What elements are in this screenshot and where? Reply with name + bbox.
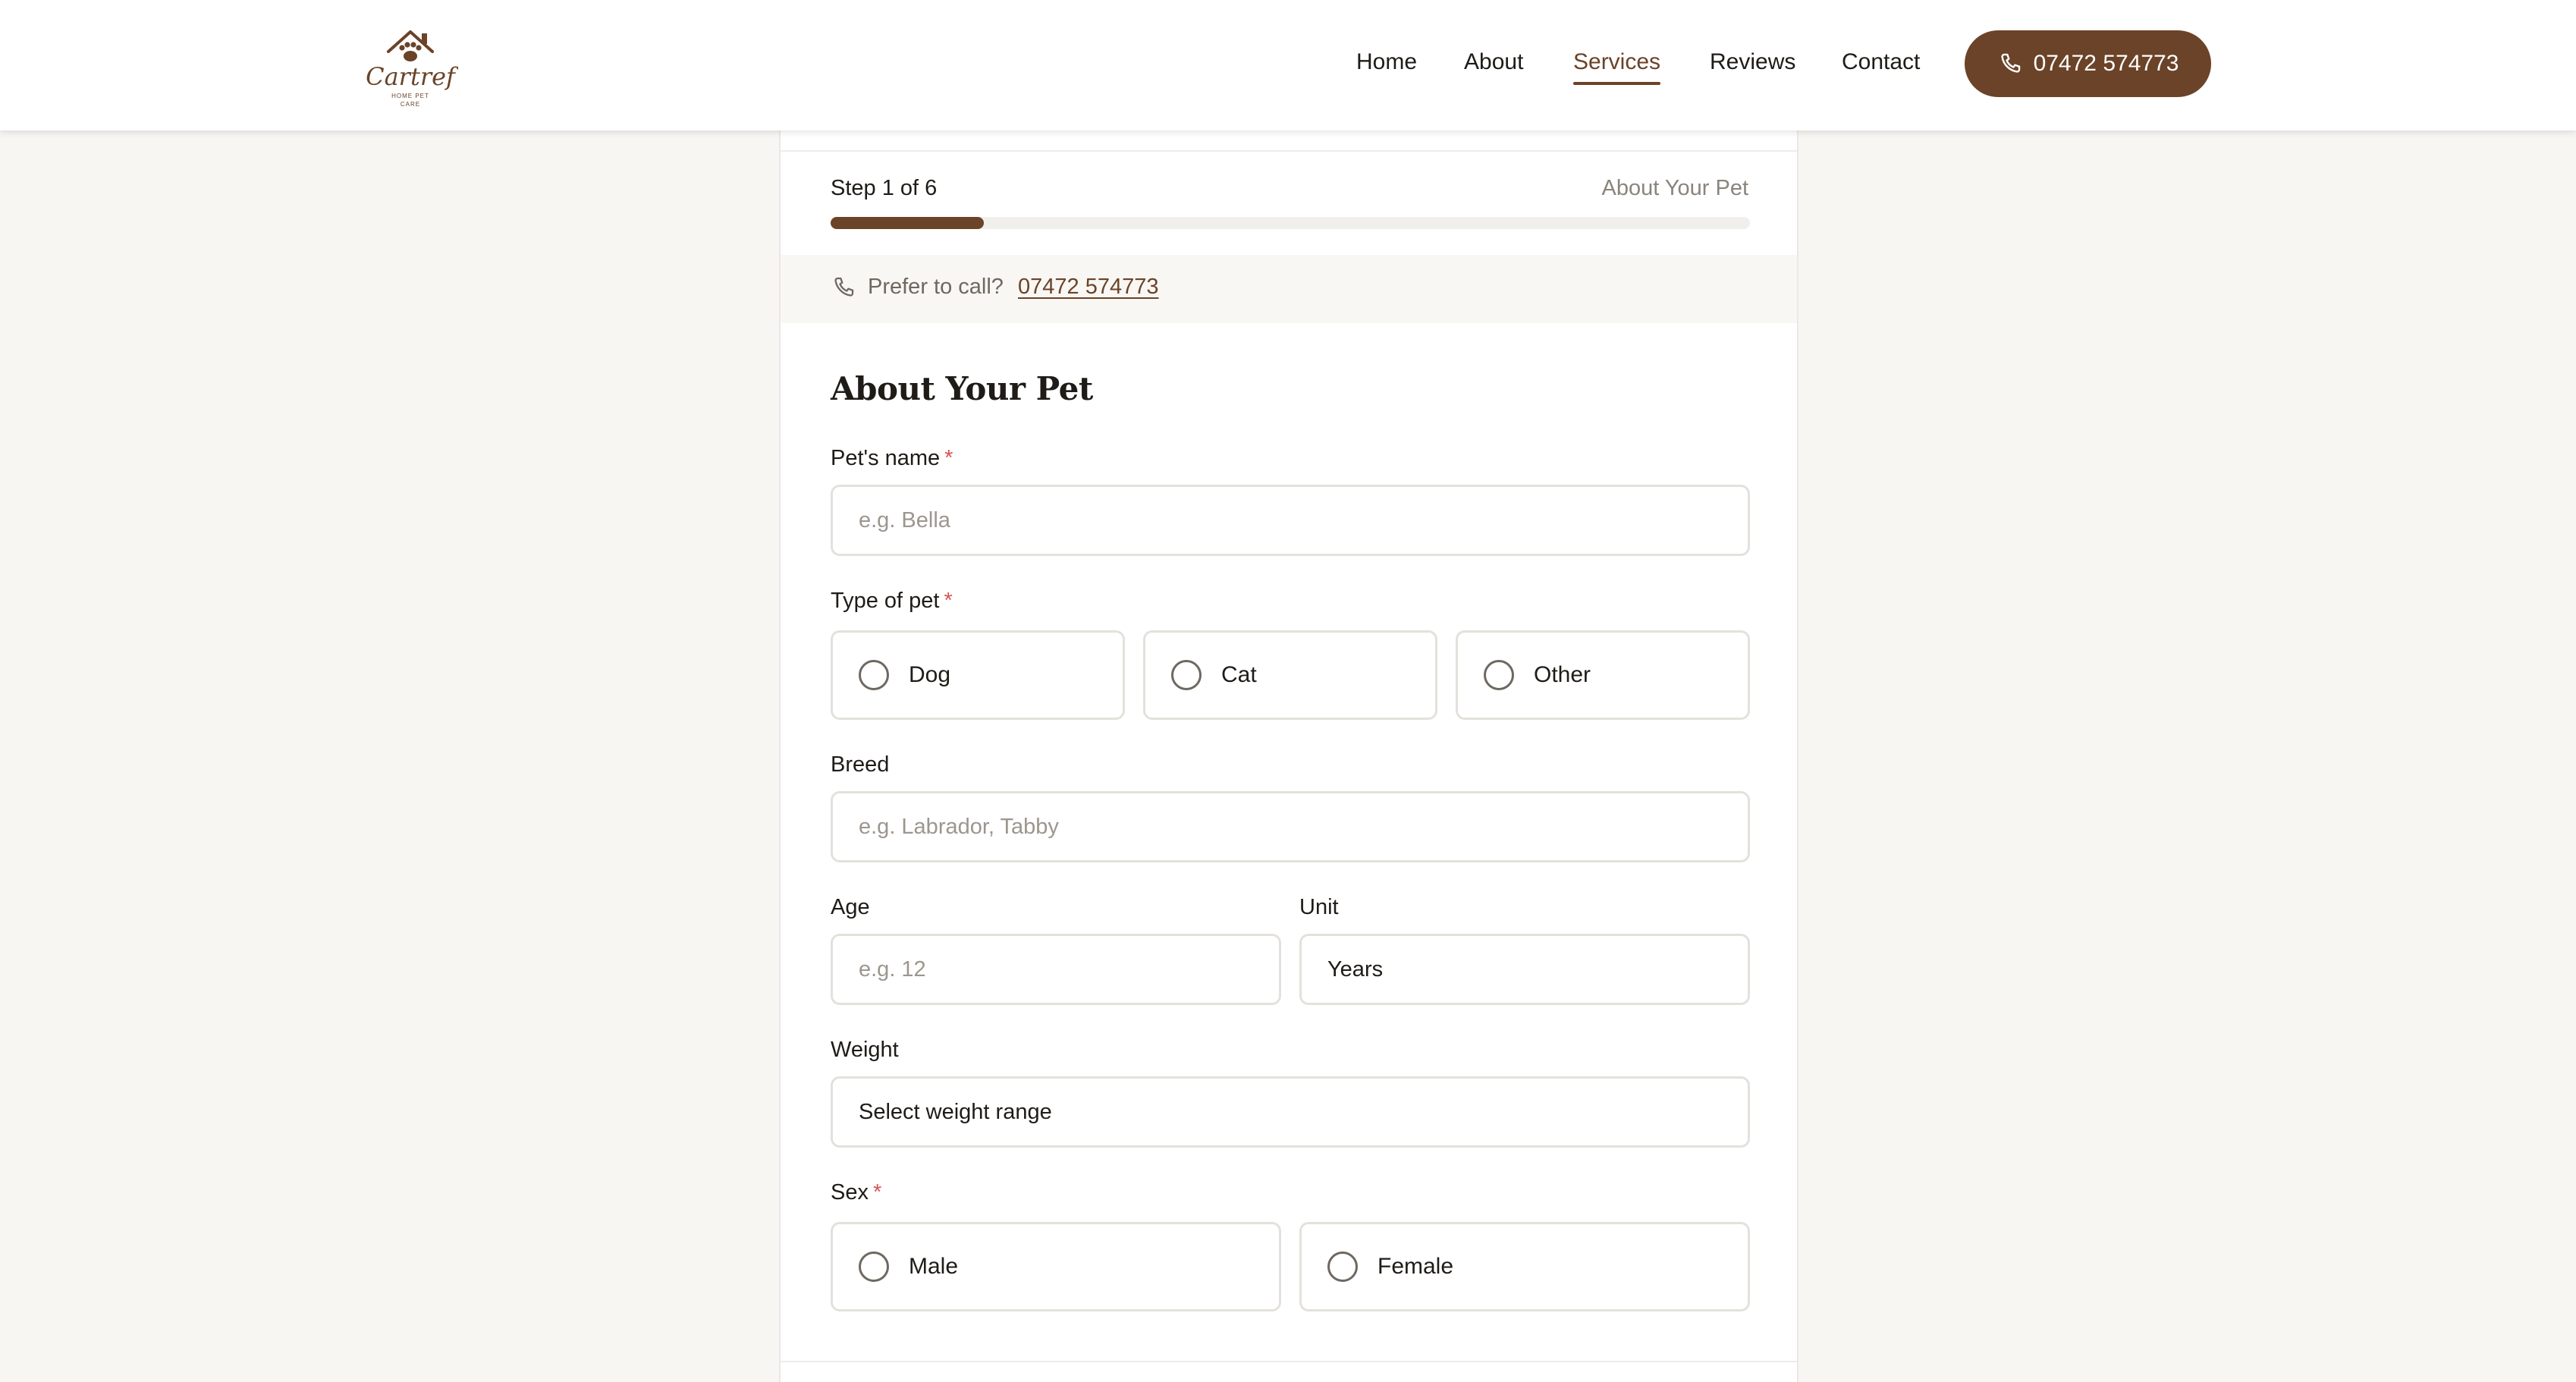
sex-option-male[interactable]: Male: [831, 1222, 1281, 1311]
call-number-link[interactable]: 07472 574773: [1018, 275, 1158, 300]
sex-label: Sex *: [831, 1180, 881, 1205]
cartref-logo[interactable]: Cartref HOME PET CARE: [363, 17, 458, 112]
header-phone-number: 07472 574773: [2033, 51, 2179, 76]
age-input[interactable]: e.g. 12: [831, 934, 1281, 1005]
pet-type-option-cat[interactable]: Cat: [1143, 630, 1437, 720]
logo-mark: Cartref HOME PET CARE: [366, 30, 458, 108]
radio-circle-icon: [1327, 1252, 1358, 1282]
booking-form-card: Step 1 of 6 About Your Pet Prefer to cal…: [779, 130, 1798, 1382]
weight-label: Weight: [831, 1038, 899, 1062]
age-label: Age: [831, 895, 870, 919]
card-divider-bottom: [781, 1361, 1797, 1362]
progress-bar: [831, 217, 1750, 229]
radio-label: Dog: [909, 662, 951, 687]
logo-tagline-line2: CARE: [401, 101, 420, 108]
call-strip: Prefer to call? 07472 574773: [781, 255, 1797, 323]
sex-label-text: Sex: [831, 1180, 869, 1205]
radio-circle-icon: [1484, 660, 1514, 690]
required-marker: *: [872, 1180, 882, 1205]
breed-label: Breed: [831, 752, 890, 777]
unit-label: Unit: [1299, 895, 1339, 919]
pet-name-label-text: Pet's name: [831, 446, 941, 470]
radio-label: Other: [1534, 662, 1591, 687]
nav-contact[interactable]: Contact: [1842, 47, 1920, 77]
breed-input[interactable]: e.g. Labrador, Tabby: [831, 791, 1750, 862]
nav-about[interactable]: About: [1464, 47, 1523, 77]
step-indicator: Step 1 of 6: [831, 176, 938, 200]
progress-bar-fill: [831, 217, 985, 229]
radio-label: Female: [1378, 1254, 1454, 1279]
radio-circle-icon: [859, 660, 889, 690]
logo-tagline-line1: HOME PET: [391, 93, 429, 99]
radio-circle-icon: [1171, 660, 1202, 690]
pet-type-label-text: Type of pet: [831, 589, 940, 613]
radio-label: Cat: [1221, 662, 1257, 687]
required-marker: *: [944, 589, 953, 613]
nav-reviews[interactable]: Reviews: [1710, 47, 1795, 77]
nav-services[interactable]: Services: [1573, 47, 1661, 85]
pet-type-label: Type of pet *: [831, 589, 953, 614]
radio-circle-icon: [859, 1252, 889, 1282]
sex-option-female[interactable]: Female: [1299, 1222, 1750, 1311]
header-phone-button[interactable]: 07472 574773: [1965, 30, 2211, 97]
pet-name-input[interactable]: e.g. Bella: [831, 485, 1750, 556]
phone-icon: [2000, 53, 2020, 73]
site-header: Cartref HOME PET CARE Home About Service…: [0, 0, 2576, 130]
section-title: About Your Pet: [831, 370, 1093, 407]
weight-select[interactable]: Select weight range: [831, 1076, 1750, 1148]
nav-home[interactable]: Home: [1356, 47, 1417, 77]
card-divider-top: [781, 150, 1797, 152]
call-prompt: Prefer to call?: [868, 275, 1004, 299]
required-marker: *: [944, 446, 953, 470]
step-title: About Your Pet: [1601, 176, 1749, 200]
pet-type-option-other[interactable]: Other: [1456, 630, 1750, 720]
pet-name-label: Pet's name *: [831, 446, 953, 471]
unit-select[interactable]: Years: [1299, 934, 1750, 1005]
phone-icon: [834, 277, 854, 297]
logo-wordmark: Cartref: [366, 62, 458, 91]
radio-label: Male: [909, 1254, 959, 1279]
pet-type-option-dog[interactable]: Dog: [831, 630, 1125, 720]
